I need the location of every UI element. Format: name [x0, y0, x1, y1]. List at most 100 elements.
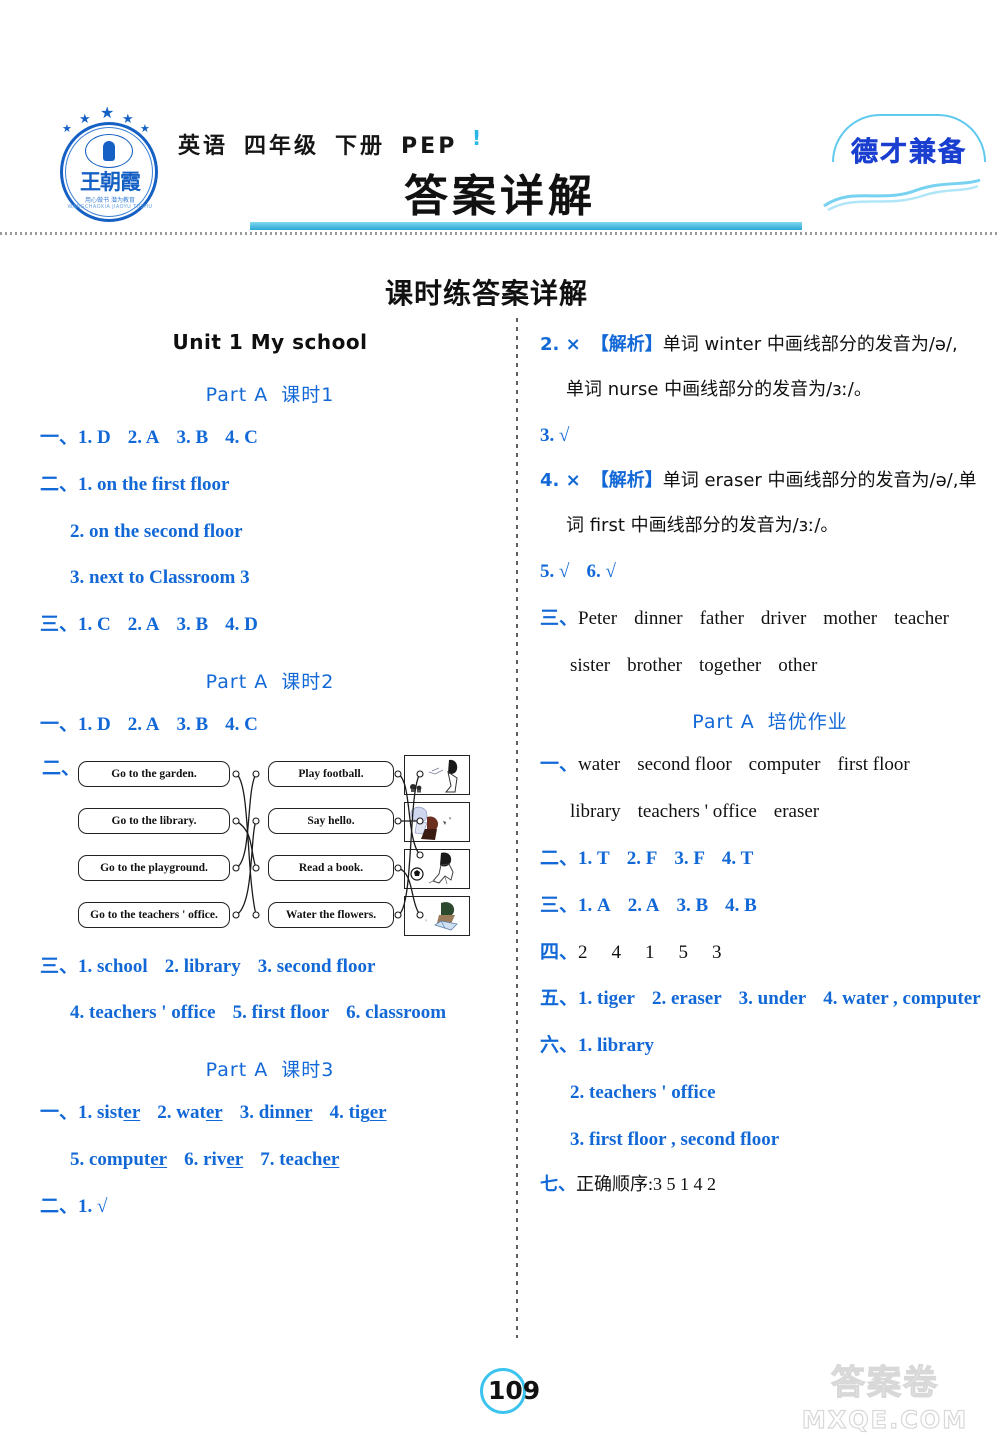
match-left-box[interactable]: Go to the garden. [78, 760, 230, 787]
seal-star-icon: ★ [62, 123, 72, 135]
answer-item: 3. first floor , second floor [570, 1128, 780, 1150]
girl-watering-flowers-picture [410, 759, 458, 793]
word-item: computer [748, 754, 821, 776]
answer-item: 5. computer [70, 1148, 168, 1170]
answer-line: 五、1. tiger 2. eraser 3. under 4. water , co… [540, 984, 1000, 1015]
answer-item: 2. A [127, 614, 160, 636]
pep-accent-mark: ! [472, 126, 482, 150]
seal-pinyin-arc: WANGCHAOXIA JIAOYU TUSHU [67, 204, 153, 210]
answer-marker: 一、 [40, 713, 79, 735]
answer-item: 4. teachers ' office [70, 1002, 216, 1024]
answer-item: 1. D [78, 713, 111, 735]
answer-marker: 四、 [540, 941, 579, 963]
answer-item: 3. B [176, 614, 209, 636]
answer-item: 3. F [674, 847, 705, 869]
match-left-box[interactable]: Go to the teachers ' office. [78, 901, 230, 928]
word-list-line: library teachers ' office eraser [570, 797, 1000, 828]
answer-line: 二、1. T 2. F 3. F 4. T [540, 844, 1000, 875]
answer-key-page: ★ ★ ★ ★ ★ 王朝霞 用心做书 潜为教育 WANGCHAOXIA JIAO… [0, 0, 1000, 1437]
answer-line: 一、1. D 2. A 3. B 4. C [40, 423, 500, 454]
answer-item: 2 [578, 941, 588, 963]
page-number-block: 109 [480, 1368, 570, 1418]
answer-line: 5. computer 6. river 7. teacher [70, 1145, 500, 1176]
explanation-line: 词 first 中画线部分的发音为/ɜː/。 [566, 511, 1000, 542]
answer-item: 5. √ [540, 561, 570, 583]
match-left-box[interactable]: Go to the playground. [78, 854, 230, 881]
page-title: 答案详解 [404, 171, 596, 222]
answer-item: 1. C [78, 614, 111, 636]
word-item: eraser [773, 801, 820, 823]
match-middle-box[interactable]: Water the flowers. [268, 901, 394, 928]
answer-item: 1. on the first floor [78, 473, 230, 495]
match-picture-card [404, 895, 470, 936]
water-swoosh-icon [823, 178, 981, 212]
header-dotted-rule [0, 232, 1000, 235]
match-picture-card [404, 848, 470, 889]
right-column: 2. × 【解析】单词 winter 中画线部分的发音为/ə/, 单词 nurse… [540, 318, 1000, 1200]
seal-brand-name: 王朝霞 [80, 170, 141, 194]
seal-star-icon: ★ [79, 111, 91, 126]
answer-item: 4. D [225, 614, 258, 636]
answer-line: 3. next to Classroom 3 [70, 563, 500, 594]
lesson-label: 课时1 [281, 384, 335, 406]
answer-item: 2. A [627, 894, 660, 916]
answer-item: 正确顺序:3 5 1 4 2 [576, 1174, 717, 1195]
child-reading-book-picture [419, 901, 458, 931]
answer-item: 5. first floor [232, 1002, 330, 1024]
seal-motto: 用心做书 潜为教育 [85, 197, 135, 204]
answer-item: 3. next to Classroom 3 [70, 567, 250, 589]
match-picture-card [404, 754, 470, 795]
page-header: ★ ★ ★ ★ ★ 王朝霞 用心做书 潜为教育 WANGCHAOXIA JIAO… [0, 0, 1000, 245]
answer-item: 1. T [578, 847, 610, 869]
word-item: teacher [894, 607, 949, 629]
answer-item: 4. × [540, 469, 581, 491]
answer-item: 1. sister [78, 1102, 141, 1124]
answer-line: 二、1. √ [40, 1192, 500, 1223]
answer-item: 2. F [626, 847, 658, 869]
answer-marker: 二、 [40, 473, 79, 495]
part-heading-a2: Part A 课时2 [40, 667, 500, 694]
answer-item: 4. T [721, 847, 754, 869]
answer-item: 2. eraser [652, 988, 722, 1010]
explanation-tag: 【解析】 [590, 334, 663, 355]
answer-item: 1. A [578, 894, 611, 916]
answer-marker: 三、 [540, 607, 579, 629]
explanation-text: 词 first 中画线部分的发音为/ɜː/。 [566, 514, 839, 536]
volume-label: 下册 [335, 134, 386, 159]
answer-item: 3 [712, 941, 722, 963]
word-item: dinner [634, 607, 683, 629]
explanation-tag: 【解析】 [590, 469, 663, 491]
answer-line: 2. teachers ' office [570, 1078, 1000, 1109]
part-label: Part A [205, 384, 269, 406]
answer-item: 5 [678, 941, 689, 963]
answer-item: 1. school [78, 955, 148, 977]
answer-item: 2. water [157, 1102, 223, 1124]
answer-line: 四、2 4 1 5 3 [540, 938, 1000, 969]
answer-item: 4. C [225, 427, 258, 448]
answer-line: 一、1. sister 2. water 3. dinner 4. tiger [40, 1098, 500, 1129]
answer-item: 1. library [578, 1035, 655, 1057]
answer-item: 2. on the second floor [70, 520, 243, 542]
title-underline-bar [250, 222, 802, 230]
match-middle-box[interactable]: Read a book. [268, 854, 394, 881]
word-item: teachers ' office [637, 801, 757, 823]
match-middle-box[interactable]: Say hello. [268, 807, 394, 834]
lesson-label: 培优作业 [767, 711, 848, 734]
seal-figure-icon [103, 141, 115, 161]
match-middle-box[interactable]: Play football. [268, 760, 394, 787]
word-item: father [699, 607, 744, 629]
page-number: 109 [488, 1376, 541, 1405]
seal-star-icon: ★ [122, 111, 134, 126]
answer-item: 4 [611, 941, 622, 963]
explanation-line: 4. × 【解析】单词 eraser 中画线部分的发音为/ə/,单 [540, 466, 1000, 497]
section-heading: 课时练答案详解 [385, 277, 589, 310]
answer-item: 6. √ [586, 561, 616, 583]
column-divider [516, 318, 518, 1338]
answer-item: 3. B [676, 894, 709, 916]
unit-title: Unit 1 My school [172, 330, 368, 354]
lesson-label: 课时2 [281, 670, 335, 693]
answer-marker: 六、 [540, 1035, 579, 1057]
answer-item: 2. teachers ' office [570, 1081, 716, 1103]
answer-line: 5. √ 6. √ [540, 557, 1000, 588]
match-left-box[interactable]: Go to the library. [78, 807, 230, 834]
